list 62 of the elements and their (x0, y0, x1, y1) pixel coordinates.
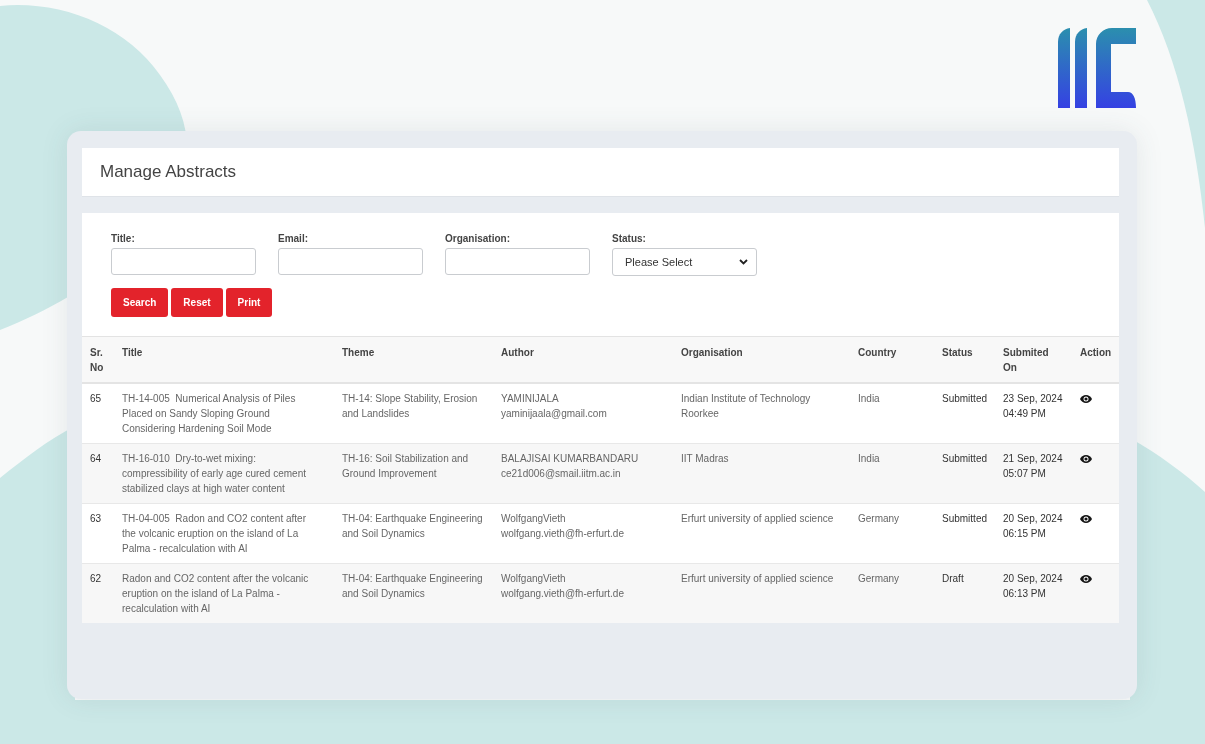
author-email: ce21d006@smail.iitm.ac.in (501, 467, 622, 481)
field-label: Status: (612, 233, 647, 245)
column-header: Theme (342, 347, 375, 358)
eye-icon[interactable] (1080, 455, 1092, 463)
column-header: Status (942, 347, 973, 358)
country-text: India (858, 453, 880, 464)
action-button[interactable]: Print (225, 288, 273, 317)
page-title: Manage Abstracts (100, 162, 237, 182)
input-field[interactable] (111, 248, 256, 275)
country-text: India (858, 393, 880, 404)
field-label: Title: (111, 233, 136, 245)
organisation-text: IIT Madras (681, 453, 729, 464)
input-field[interactable] (445, 248, 590, 275)
status-text: Draft (942, 573, 964, 584)
theme-text: TH-04: Earthquake Engineering and Soil Dynamics (342, 513, 483, 539)
theme-text: TH-04: Earthquake Engineering and Soil Dynamics (342, 573, 483, 599)
title-text: TH-04-005 Radon and CO2 content after the volcanic eruption on the island of La Palma - recalculation with AI (122, 513, 307, 554)
column-header: Organisation (681, 347, 743, 358)
submitted-date: 21 Sep, 2024 05:07 PM (1003, 453, 1063, 479)
column-header: Sr. No (90, 347, 104, 373)
eye-icon[interactable] (1080, 515, 1092, 523)
author-email: wolfgang.vieth@fh-erfurt.de (501, 587, 625, 601)
author-email: yaminijaala@gmail.com (501, 407, 608, 421)
status-text: Submitted (942, 393, 988, 404)
organisation-text: Erfurt university of applied science (681, 513, 834, 524)
chevron-down-icon (739, 259, 748, 265)
column-header: Author (501, 347, 534, 358)
eye-icon[interactable] (1080, 575, 1092, 583)
row-number: 62 (90, 573, 102, 584)
action-button[interactable]: Search (111, 288, 169, 317)
title-text: TH-14-005 Numerical Analysis of Piles Placed on Sandy Sloping Ground Considering Hardening Soil Mode (122, 393, 297, 434)
action-button[interactable]: Reset (171, 288, 223, 317)
status-select[interactable]: Please Select (612, 248, 757, 276)
country-text: Germany (858, 573, 900, 584)
input-field[interactable] (278, 248, 423, 275)
column-header: Title (122, 347, 143, 358)
column-header: Country (858, 347, 897, 358)
eye-icon[interactable] (1080, 395, 1092, 403)
submitted-date: 20 Sep, 2024 06:15 PM (1003, 513, 1063, 539)
column-header: Submited On (1003, 347, 1049, 373)
organisation-text: Indian Institute of Technology Roorkee (681, 393, 811, 419)
row-number: 64 (90, 453, 102, 464)
author-name: YAMINIJALA (501, 392, 560, 406)
field-label: Organisation: (445, 233, 511, 245)
country-text: Germany (858, 513, 900, 524)
author-name: WolfgangVieth (501, 512, 567, 526)
author-name: BALAJISAI KUMARBANDARU (501, 452, 640, 466)
theme-text: TH-16: Soil Stabilization and Ground Improvement (342, 453, 469, 479)
organisation-text: Erfurt university of applied science (681, 573, 834, 584)
submitted-date: 23 Sep, 2024 04:49 PM (1003, 393, 1063, 419)
author-email: wolfgang.vieth@fh-erfurt.de (501, 527, 625, 541)
status-text: Submitted (942, 513, 988, 524)
title-text: TH-16-010 Dry-to-wet mixing: compressibility of early age cured cement stabilized clays at high water content (122, 453, 307, 494)
title-text: Radon and CO2 content after the volcanic eruption on the island of La Palma - recalculation with AI (122, 573, 310, 614)
submitted-date: 20 Sep, 2024 06:13 PM (1003, 573, 1063, 599)
field-label: Email: (278, 233, 309, 245)
row-number: 63 (90, 513, 102, 524)
row-number: 65 (90, 393, 102, 404)
theme-text: TH-14: Slope Stability, Erosion and Landslides (342, 393, 478, 419)
status-text: Submitted (942, 453, 988, 464)
column-header: Action (1080, 347, 1112, 358)
author-name: WolfgangVieth (501, 572, 567, 586)
